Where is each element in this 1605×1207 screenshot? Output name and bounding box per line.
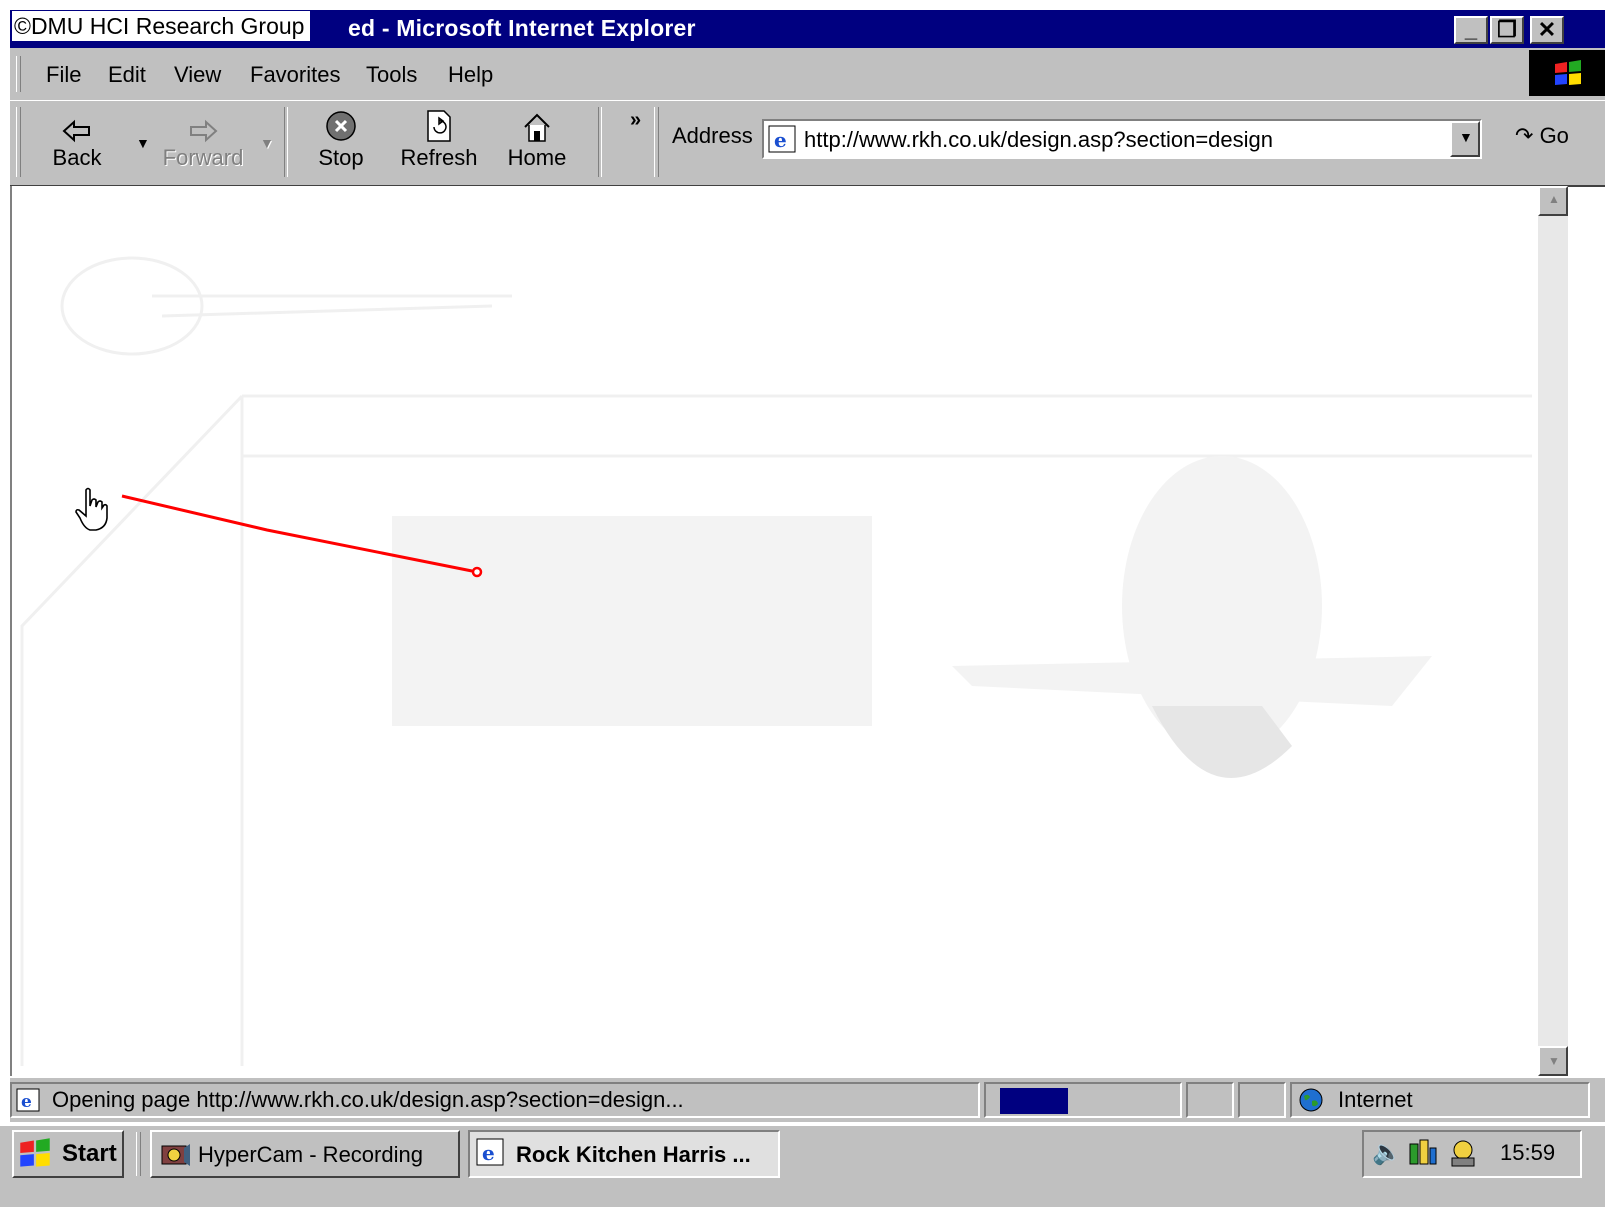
minimize-button[interactable]: _ xyxy=(1454,16,1488,44)
windows-logo-icon xyxy=(20,1138,50,1167)
address-input[interactable]: e http://www.rkh.co.uk/design.asp?sectio… xyxy=(762,119,1482,159)
menu-help[interactable]: Help xyxy=(448,62,493,88)
toolbar-separator xyxy=(598,107,602,177)
stop-icon xyxy=(326,111,356,141)
taskbar-grip[interactable] xyxy=(136,1132,141,1176)
cursor-trail-endpoint xyxy=(471,566,483,578)
address-label: Address xyxy=(672,123,753,148)
clock: 15:59 xyxy=(1500,1140,1556,1165)
toolbar-grip[interactable] xyxy=(16,107,21,177)
toolbar: Back ▼ Forward ▼ Stop Refresh Home » Add… xyxy=(10,100,1605,187)
svg-text:e: e xyxy=(21,1092,32,1112)
status-bar: e Opening page http://www.rkh.co.uk/desi… xyxy=(10,1078,1605,1122)
forward-dropdown-icon[interactable]: ▼ xyxy=(260,135,274,151)
address-dropdown-button[interactable]: ▼ xyxy=(1450,121,1480,157)
hand-cursor-icon xyxy=(75,487,108,531)
back-button[interactable]: Back xyxy=(32,103,122,179)
go-label: Go xyxy=(1539,123,1569,148)
window-title: ed - Microsoft Internet Explorer xyxy=(348,15,696,41)
start-label: Start xyxy=(62,1140,117,1167)
cursor-trail-line xyxy=(121,494,478,574)
menu-grip[interactable] xyxy=(16,56,21,92)
menu-edit[interactable]: Edit xyxy=(108,62,146,88)
vertical-scrollbar[interactable]: ▲ ▼ xyxy=(1538,186,1568,1076)
taskbar: Start HyperCam - Recording e Rock Kitche… xyxy=(0,1124,1605,1207)
status-message-pane: e Opening page http://www.rkh.co.uk/desi… xyxy=(10,1082,980,1118)
menu-favorites[interactable]: Favorites xyxy=(250,62,340,88)
menu-tools[interactable]: Tools xyxy=(366,62,417,88)
address-url[interactable]: http://www.rkh.co.uk/design.asp?section=… xyxy=(804,127,1273,153)
back-dropdown-icon[interactable]: ▼ xyxy=(136,135,150,151)
refresh-icon xyxy=(427,110,451,142)
task-hypercam[interactable]: HyperCam - Recording xyxy=(150,1130,460,1178)
globe-icon xyxy=(1299,1088,1323,1112)
restore-button[interactable]: ❐ xyxy=(1490,16,1524,44)
task-rock-kitchen-harris-label: Rock Kitchen Harris ... xyxy=(516,1142,751,1167)
refresh-button[interactable]: Refresh xyxy=(394,103,484,179)
forward-arrow-icon xyxy=(190,119,218,143)
back-label: Back xyxy=(52,145,102,170)
home-label: Home xyxy=(507,145,567,170)
svg-text:e: e xyxy=(774,128,787,152)
home-button[interactable]: Home xyxy=(492,103,582,179)
menu-file[interactable]: File xyxy=(46,62,81,88)
refresh-label: Refresh xyxy=(400,145,478,170)
speaker-icon[interactable]: 🔈 xyxy=(1372,1138,1402,1167)
close-button[interactable]: ✕ xyxy=(1530,16,1564,44)
menu-view[interactable]: View xyxy=(174,62,221,88)
status-pane-empty-2 xyxy=(1238,1082,1286,1118)
cursor-trail-annotation xyxy=(121,494,483,578)
toolbar-separator xyxy=(284,107,288,177)
scroll-down-button[interactable]: ▼ xyxy=(1538,1046,1568,1076)
scroll-up-button[interactable]: ▲ xyxy=(1538,186,1568,216)
scroll-up-icon: ▲ xyxy=(1548,192,1560,206)
zone-label: Internet xyxy=(1338,1087,1413,1112)
windows-logo-icon xyxy=(1529,50,1605,96)
page-content[interactable] xyxy=(10,186,1538,1076)
svg-text:e: e xyxy=(482,1141,495,1165)
menu-bar: File Edit View Favorites Tools Help xyxy=(10,48,1605,101)
address-grip[interactable] xyxy=(654,107,659,177)
task-rock-kitchen-harris[interactable]: e Rock Kitchen Harris ... xyxy=(468,1130,780,1178)
chevron-down-icon: ▼ xyxy=(1459,129,1473,145)
more-buttons-chevron[interactable]: » xyxy=(630,109,641,132)
network-icon[interactable] xyxy=(1408,1138,1438,1168)
status-pane-empty-1 xyxy=(1186,1082,1234,1118)
back-arrow-icon xyxy=(62,119,90,143)
watermark-label: ©DMU HCI Research Group xyxy=(12,11,311,41)
go-arrow-icon: ↷ xyxy=(1515,123,1534,148)
home-icon xyxy=(524,113,550,142)
forward-label: Forward xyxy=(162,145,244,170)
progress-bar xyxy=(1000,1088,1068,1114)
task-hypercam-label: HyperCam - Recording xyxy=(198,1142,423,1167)
stop-label: Stop xyxy=(318,145,364,170)
start-button[interactable]: Start xyxy=(12,1130,124,1178)
hypercam-icon xyxy=(161,1144,190,1166)
scheduler-icon[interactable] xyxy=(1448,1138,1478,1168)
scroll-down-icon: ▼ xyxy=(1548,1054,1560,1068)
ie-page-icon: e xyxy=(768,125,796,153)
go-button[interactable]: ↷ Go xyxy=(1515,123,1569,149)
stop-button[interactable]: Stop xyxy=(296,103,386,179)
zone-pane: Internet xyxy=(1290,1082,1590,1118)
forward-button[interactable]: Forward xyxy=(158,103,248,179)
status-message: Opening page http://www.rkh.co.uk/design… xyxy=(52,1087,684,1112)
ie-page-icon: e xyxy=(476,1138,504,1166)
ie-page-icon: e xyxy=(16,1088,40,1112)
